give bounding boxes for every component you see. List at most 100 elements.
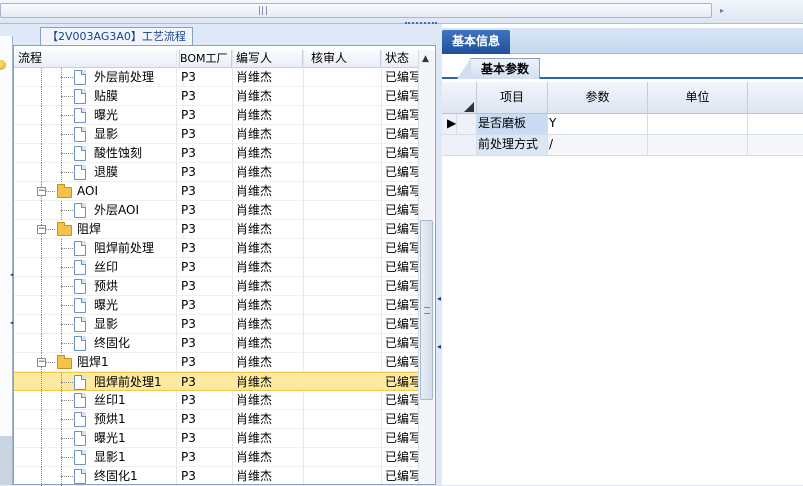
tree-row[interactable]: 阻焊前处理 P3 肖维杰 已编写 (14, 239, 418, 258)
tree-connector (41, 201, 42, 220)
bom-cell: P3 (181, 165, 196, 179)
column-header-param[interactable]: 参数 (548, 82, 648, 114)
document-icon (74, 127, 86, 142)
process-panel-tab[interactable]: 【2V003AG3A0】工艺流程 (40, 27, 193, 46)
status-cell: 已编写 (385, 317, 418, 331)
tree-connector (61, 125, 62, 144)
tree-row[interactable]: 阻焊前处理1 P3 肖维杰 已编写 (14, 372, 418, 392)
tree-row[interactable]: 终固化 P3 肖维杰 已编写 (14, 334, 418, 353)
column-header-writer[interactable]: 编写人 (232, 50, 303, 68)
status-cell: 已编写 (385, 127, 418, 141)
tree-node-label: 退膜 (94, 165, 119, 179)
collapse-arrow-icon[interactable]: ▸ (720, 6, 724, 15)
scroll-up-icon[interactable]: ▲ (422, 54, 429, 64)
scrollbar-thumb[interactable] (420, 220, 433, 400)
tab-basic-info[interactable]: 基本信息 (442, 30, 510, 54)
tree-node-label: 酸性蚀刻 (94, 146, 143, 160)
current-row-pointer-icon: ▶ (446, 114, 458, 134)
splitter-handle-top[interactable] (405, 22, 437, 25)
bom-cell: P3 (181, 108, 196, 122)
tree-row[interactable]: 外层前处理 P3 肖维杰 已编写 (14, 68, 418, 87)
tree-row[interactable]: 显影 P3 肖维杰 已编写 (14, 125, 418, 144)
tree-row[interactable]: 终固化1 P3 肖维杰 已编写 (14, 467, 418, 486)
row-header[interactable] (442, 135, 477, 155)
writer-cell: 肖维杰 (236, 108, 273, 122)
column-header-item[interactable]: 项目 (477, 82, 548, 114)
reviewer-cell (306, 68, 378, 87)
tree-row[interactable]: 贴膜 P3 肖维杰 已编写 (14, 87, 418, 106)
document-icon (74, 279, 86, 294)
tree-node-label: 曝光 (94, 298, 119, 312)
table-row[interactable]: ▶ 是否磨板 Y (442, 114, 803, 135)
tree-node-label: 曝光1 (94, 431, 126, 445)
row-header[interactable]: ▶ (442, 114, 477, 134)
horizontal-scrollbar[interactable] (0, 3, 712, 18)
tree-row[interactable]: 曝光 P3 肖维杰 已编写 (14, 296, 418, 315)
folder-icon (57, 222, 72, 236)
cell-filler (748, 135, 803, 155)
cell-unit[interactable] (648, 114, 748, 134)
tree-connector (61, 382, 73, 383)
document-icon (74, 146, 86, 161)
tree-connector (61, 448, 62, 467)
table-row[interactable]: 前处理方式 / (442, 135, 803, 156)
tree-node-label: 终固化 (94, 336, 131, 350)
cell-item[interactable]: 是否磨板 (477, 114, 548, 134)
status-cell: 已编写 (385, 375, 418, 389)
status-cell: 已编写 (385, 412, 418, 426)
scrollbar-grip[interactable] (259, 6, 267, 15)
reviewer-cell (306, 258, 378, 277)
writer-cell: 肖维杰 (236, 469, 273, 483)
tree-connector (41, 467, 42, 486)
tree-connector (61, 296, 62, 315)
tree-group-row[interactable]: − 阻焊 P3 肖维杰 已编写 (14, 220, 418, 239)
cell-item[interactable]: 前处理方式 (477, 135, 548, 155)
tree-row[interactable]: 丝印 P3 肖维杰 已编写 (14, 258, 418, 277)
cell-unit[interactable] (648, 135, 748, 155)
tree-row[interactable]: 预烘 P3 肖维杰 已编写 (14, 277, 418, 296)
tree-row[interactable]: 退膜 P3 肖维杰 已编写 (14, 163, 418, 182)
column-header-bom[interactable]: BOM工厂 (176, 50, 232, 68)
status-cell: 已编写 (385, 203, 418, 217)
document-icon (74, 375, 86, 390)
document-icon (74, 165, 86, 180)
tree-connector (41, 125, 42, 144)
document-icon (74, 317, 86, 332)
cell-param[interactable]: Y (548, 114, 648, 134)
bom-cell: P3 (181, 279, 196, 293)
tree-row[interactable]: 显影 P3 肖维杰 已编写 (14, 315, 418, 334)
tree-node-label: 预烘 (94, 279, 119, 293)
tree-group-row[interactable]: − AOI P3 肖维杰 已编写 (14, 182, 418, 201)
expand-right-icon[interactable]: ◂ (437, 342, 441, 351)
tree-row[interactable]: 外层AOI P3 肖维杰 已编写 (14, 201, 418, 220)
tree-row[interactable]: 酸性蚀刻 P3 肖维杰 已编写 (14, 144, 418, 163)
tree-row[interactable]: 显影1 P3 肖维杰 已编写 (14, 448, 418, 467)
cell-param[interactable]: / (548, 135, 648, 155)
tree-row[interactable]: 曝光 P3 肖维杰 已编写 (14, 106, 418, 125)
collapse-toggle-icon[interactable]: − (37, 358, 46, 367)
tree-row[interactable]: 丝印1 P3 肖维杰 已编写 (14, 391, 418, 410)
tree-connector (41, 258, 42, 277)
tree-row[interactable]: 预烘1 P3 肖维杰 已编写 (14, 410, 418, 429)
collapse-toggle-icon[interactable]: − (37, 225, 46, 234)
tree-connector (61, 400, 73, 401)
column-header-unit[interactable]: 单位 (648, 82, 748, 114)
writer-cell: 肖维杰 (236, 431, 273, 445)
tab-basic-params[interactable]: 基本参数 (457, 58, 540, 79)
status-cell: 已编写 (385, 146, 418, 160)
bom-cell: P3 (181, 70, 196, 84)
tree-group-row[interactable]: − 阻焊1 P3 肖维杰 已编写 (14, 353, 418, 372)
status-cell: 已编写 (385, 431, 418, 445)
tree-connector (61, 438, 73, 439)
collapse-toggle-icon[interactable]: − (37, 187, 46, 196)
bom-cell: P3 (181, 298, 196, 312)
process-vertical-scrollbar[interactable]: ▲ (418, 50, 434, 484)
column-header-process[interactable]: 流程 (14, 50, 180, 68)
tree-row[interactable]: 曝光1 P3 肖维杰 已编写 (14, 429, 418, 448)
bom-cell: P3 (181, 127, 196, 141)
column-header-status[interactable]: 状态 (381, 50, 418, 68)
column-header-reviewer[interactable]: 核审人 (303, 50, 381, 68)
bom-cell: P3 (181, 412, 196, 426)
collapse-right-icon[interactable]: ◂ (437, 294, 441, 303)
tree-node-label: AOI (77, 184, 98, 198)
